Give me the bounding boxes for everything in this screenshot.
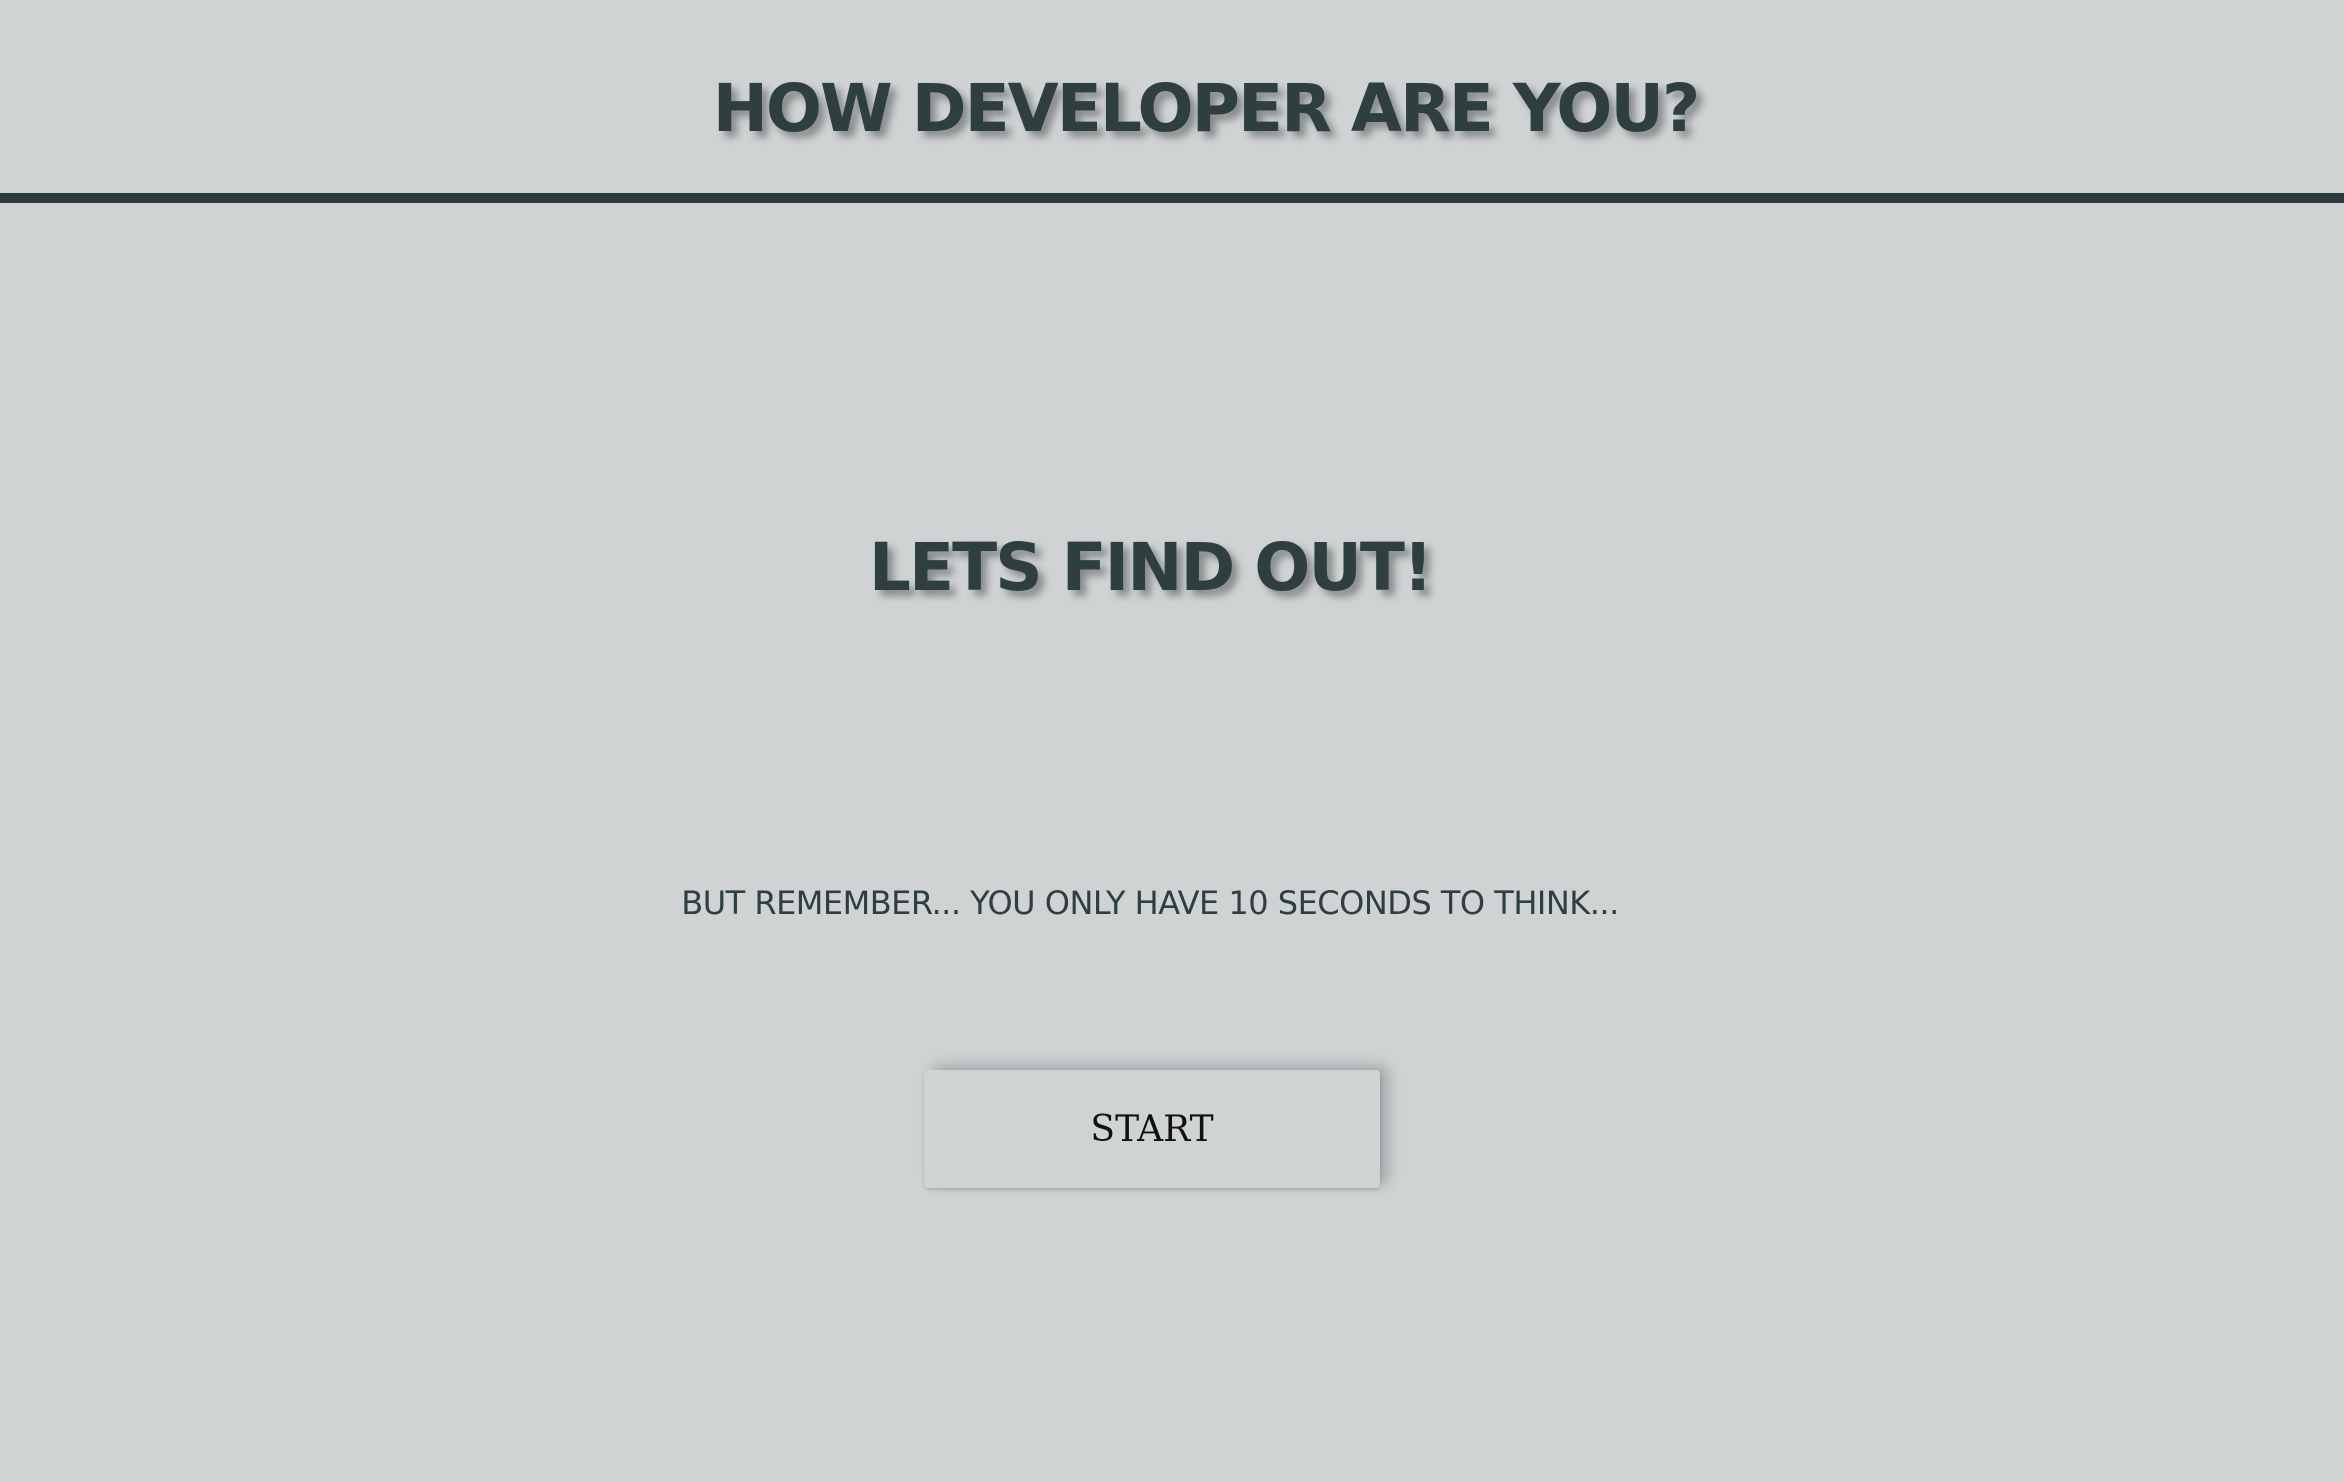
page-title: HOW DEVELOPER ARE YOU?	[712, 70, 1701, 147]
page-header: HOW DEVELOPER ARE YOU?	[0, 0, 2344, 203]
start-button[interactable]: START	[924, 1070, 1380, 1188]
reminder-text: BUT REMEMBER... YOU ONLY HAVE 10 SECONDS…	[681, 884, 1619, 922]
main-heading: LETS FIND OUT!	[868, 529, 1433, 606]
